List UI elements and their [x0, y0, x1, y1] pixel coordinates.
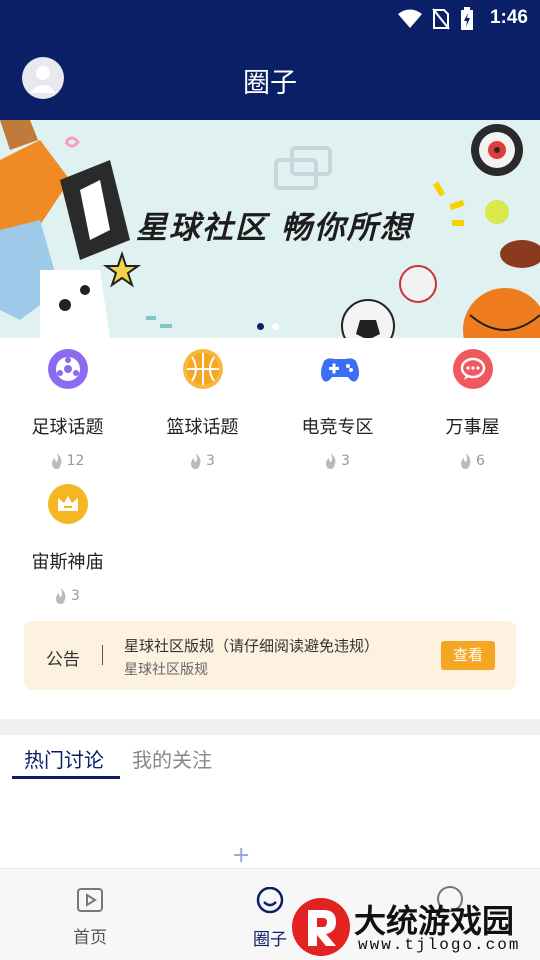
category-heat: 12: [0, 453, 135, 469]
wifi-icon: [398, 9, 422, 28]
flame-icon: [326, 453, 336, 469]
category-temple[interactable]: 宙斯神庙 3: [0, 484, 135, 604]
category-football[interactable]: 足球话题 12: [0, 349, 135, 469]
carousel-dot-active: [257, 323, 264, 330]
watermark-url: www.tjlogo.com: [358, 936, 521, 954]
category-heat-count: 12: [66, 453, 85, 469]
status-bar: 1:46: [0, 0, 540, 36]
discussion-tabs: 热门讨论 我的关注: [0, 735, 540, 780]
nav-home-label: 首页: [73, 928, 107, 948]
category-name: 宙斯神庙: [31, 552, 104, 573]
tab-hot-discussion[interactable]: 热门讨论: [24, 744, 104, 773]
category-name: 篮球话题: [166, 417, 239, 438]
category-name: 电竞专区: [301, 417, 374, 438]
battery-charging-icon: [461, 7, 473, 30]
category-heat-count: 3: [206, 453, 215, 469]
nav-home[interactable]: 首页: [45, 887, 135, 948]
tab-following[interactable]: 我的关注: [132, 744, 212, 773]
flame-icon: [51, 453, 62, 469]
category-heat-count: 6: [476, 453, 485, 469]
carousel-indicator: [257, 323, 279, 330]
chat-bubble-icon: [452, 349, 493, 389]
watermark: 大统游戏园 www.tjlogo.com: [290, 892, 540, 960]
category-heat: 3: [270, 453, 405, 469]
clock: 1:46: [489, 7, 528, 28]
category-heat: 3: [0, 588, 135, 604]
category-misc[interactable]: 万事屋 6: [405, 349, 540, 469]
watermark-logo: [292, 898, 350, 956]
carousel-dot: [272, 323, 279, 330]
category-heat: 3: [135, 453, 270, 469]
view-button[interactable]: 查看: [441, 641, 495, 670]
banner-slogan: 星球社区 畅你所想: [136, 210, 413, 246]
page-title: 圈子: [243, 68, 297, 99]
flame-icon: [191, 453, 201, 469]
category-name: 万事屋: [445, 417, 500, 438]
category-basketball[interactable]: 篮球话题 3: [135, 349, 270, 469]
no-sim-icon: [432, 8, 450, 30]
category-heat-count: 3: [341, 453, 350, 469]
category-heat-count: 3: [71, 588, 80, 604]
category-heat: 6: [405, 453, 540, 469]
basketball-icon: [182, 349, 223, 389]
gamepad-icon: [318, 349, 359, 389]
status-icons: [398, 7, 474, 31]
section-divider: [0, 719, 540, 735]
divider: [102, 645, 103, 665]
tab-indicator: [12, 776, 120, 779]
announcement-label: 公告: [46, 650, 80, 670]
play-square-icon: [77, 888, 103, 912]
smile-bubble-icon: [256, 886, 284, 914]
announcement-subtitle: 星球社区版规: [124, 662, 208, 678]
category-esports[interactable]: 电竞专区 3: [270, 349, 405, 469]
app-header: 圈子: [0, 36, 540, 120]
banner-carousel[interactable]: 星球社区 畅你所想: [0, 120, 540, 338]
category-name: 足球话题: [31, 417, 104, 438]
crown-icon: [47, 484, 88, 524]
announcement-bar[interactable]: 公告 星球社区版规（请仔细阅读避免违规） 星球社区版规 查看: [24, 621, 516, 690]
announcement-title: 星球社区版规（请仔细阅读避免违规）: [124, 637, 380, 655]
plus-icon[interactable]: +: [232, 843, 250, 868]
football-icon: [47, 349, 88, 389]
flame-icon: [56, 588, 66, 604]
flame-icon: [461, 453, 471, 469]
